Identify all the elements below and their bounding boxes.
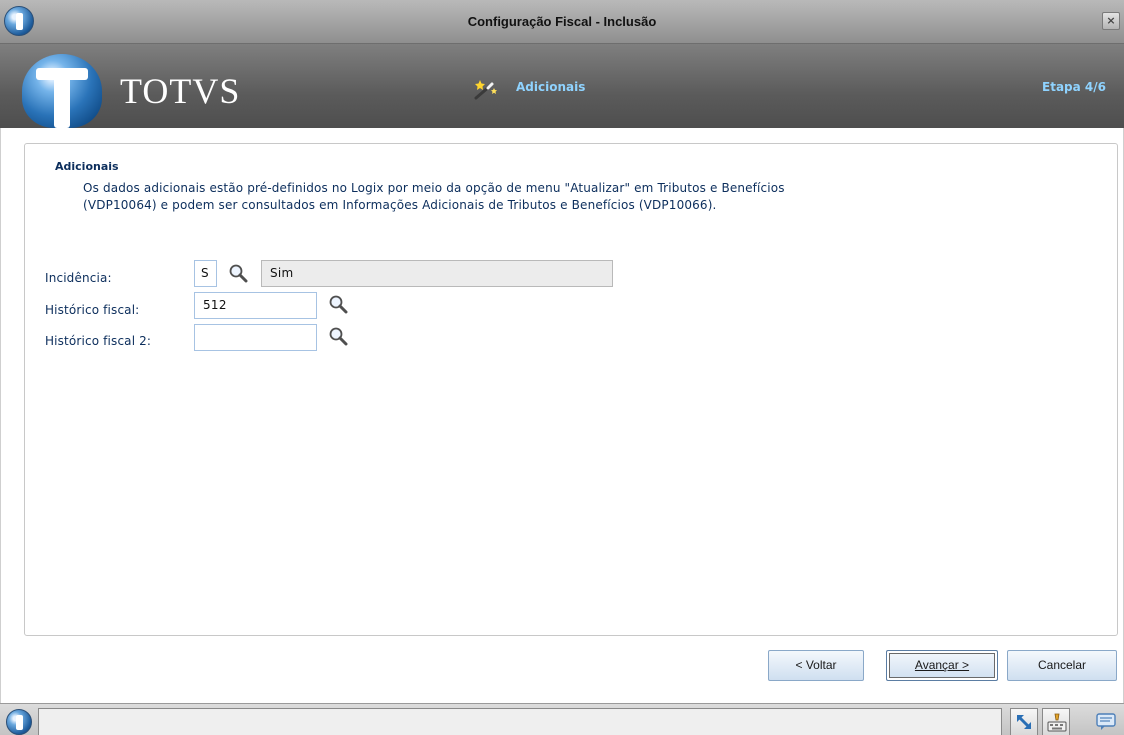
status-message-field xyxy=(38,708,1002,735)
keyboard-button[interactable] xyxy=(1042,708,1070,735)
messages-button[interactable] xyxy=(1092,708,1120,735)
section-description: Os dados adicionais estão pré-definidos … xyxy=(83,180,1083,214)
historico-fiscal-2-magnifier-icon[interactable] xyxy=(328,326,348,346)
historico-fiscal-input[interactable]: 512 xyxy=(194,292,317,319)
logo-text: TOTVS xyxy=(120,71,241,111)
incidencia-description-field: Sim xyxy=(261,260,613,287)
description-line-1: Os dados adicionais estão pré-definidos … xyxy=(83,181,785,195)
incidencia-magnifier-icon[interactable] xyxy=(228,263,248,283)
historico-fiscal-magnifier-icon[interactable] xyxy=(328,294,348,314)
historico-fiscal-2-label: Histórico fiscal 2: xyxy=(45,334,152,348)
resize-button[interactable] xyxy=(1010,708,1038,735)
keyboard-icon xyxy=(1047,713,1067,732)
totvs-logo-icon xyxy=(22,54,102,128)
next-button-label: Avançar > xyxy=(914,658,970,672)
historico-fiscal-label: Histórico fiscal: xyxy=(45,303,140,317)
description-line-2: (VDP10064) e podem ser consultados em In… xyxy=(83,198,717,212)
incidencia-label: Incidência: xyxy=(45,271,112,285)
back-button[interactable]: < Voltar xyxy=(768,650,864,681)
wizard-banner: TOTVS Adicionais Etapa 4/6 xyxy=(0,44,1124,128)
magic-wand-icon xyxy=(474,80,497,100)
next-button[interactable]: Avançar > xyxy=(886,650,998,681)
step-counter: Etapa 4/6 xyxy=(1042,80,1106,94)
totvs-status-icon[interactable] xyxy=(6,709,32,735)
incidencia-code-input[interactable]: S xyxy=(194,260,217,287)
cancel-button[interactable]: Cancelar xyxy=(1007,650,1117,681)
resize-arrow-icon xyxy=(1016,714,1032,730)
close-button[interactable]: × xyxy=(1102,12,1120,30)
chat-icon xyxy=(1096,713,1116,730)
title-bar: Configuração Fiscal - Inclusão × xyxy=(0,0,1124,44)
step-title: Adicionais xyxy=(516,80,586,94)
status-bar xyxy=(0,703,1124,735)
historico-fiscal-2-input[interactable] xyxy=(194,324,317,351)
section-title: Adicionais xyxy=(55,160,119,173)
window-title: Configuração Fiscal - Inclusão xyxy=(467,14,657,29)
additional-data-panel: Adicionais Os dados adicionais estão pré… xyxy=(24,143,1118,636)
wizard-content: Adicionais Os dados adicionais estão pré… xyxy=(0,128,1124,703)
